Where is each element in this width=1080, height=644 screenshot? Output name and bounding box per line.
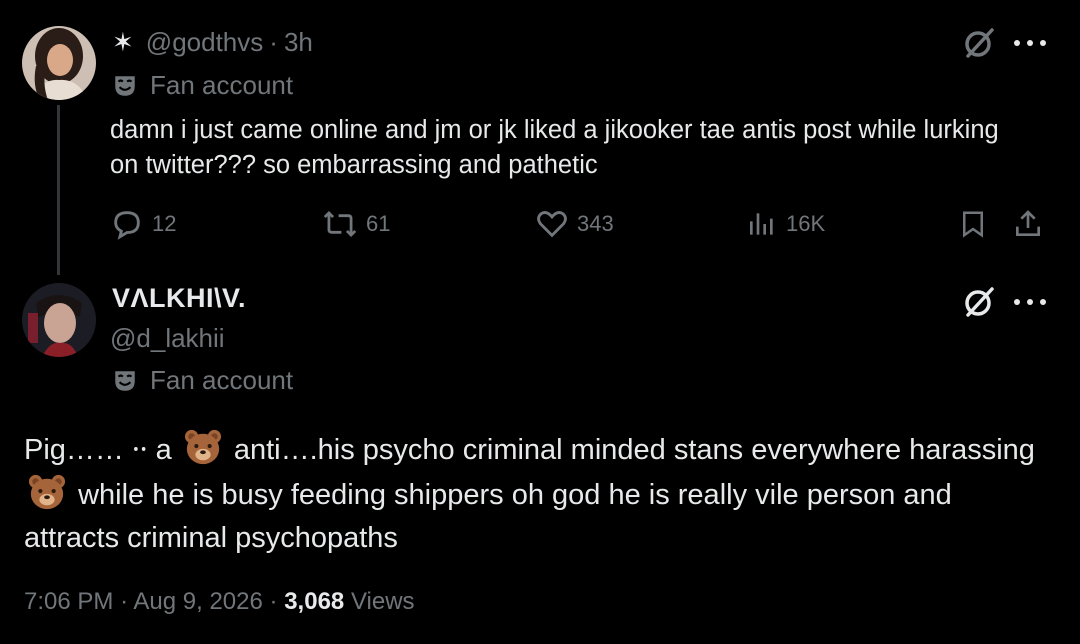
bear-face-icon <box>184 429 221 465</box>
analytics-icon <box>750 213 773 235</box>
fan-account-label: Fan account <box>112 365 293 396</box>
separator-dot: · <box>269 27 278 57</box>
more-options-icon[interactable] <box>1014 38 1046 48</box>
repost-button[interactable]: 61 <box>322 207 390 241</box>
thread-connector-line <box>57 105 60 275</box>
post-action-bar: 12 61 343 16K <box>110 205 1050 243</box>
bookmark-button[interactable] <box>958 207 996 241</box>
post-top-actions <box>962 26 1046 60</box>
fan-account-label: Fan account <box>112 70 293 101</box>
post-top-actions <box>962 285 1046 319</box>
grok-slash-icon[interactable] <box>962 26 996 60</box>
author-display-name[interactable]: VΛLKHI\V. <box>112 283 246 314</box>
views-count: 16K <box>786 211 826 236</box>
text-segment: anti….his psycho criminal minded stans e… <box>233 434 1035 466</box>
author-handle[interactable]: @d_lakhii <box>110 323 225 354</box>
more-options-icon[interactable] <box>1014 297 1046 307</box>
views-total: 3,068 <box>284 588 345 615</box>
post-time[interactable]: 3h <box>284 27 313 58</box>
like-button[interactable]: 343 <box>535 207 614 241</box>
reply-icon <box>114 211 140 240</box>
views-button[interactable]: 16K <box>746 207 825 241</box>
heart-icon <box>537 211 567 238</box>
bookmark-icon <box>963 211 983 238</box>
post-header: ✶ @godthvs · 3h <box>112 27 313 58</box>
like-count: 343 <box>577 211 614 236</box>
separator-dot: · <box>269 588 278 615</box>
avatar-image <box>22 283 96 357</box>
avatar-image <box>22 26 96 100</box>
repost-count: 61 <box>366 211 391 236</box>
text-segment: Pig…… ⸱⸱ a <box>24 434 172 466</box>
theater-mask-icon <box>115 75 135 96</box>
parent-post-text: damn i just came online and jm or jk lik… <box>110 116 999 179</box>
avatar-d-lakhii[interactable] <box>22 283 96 357</box>
text-segment: while he is busy feeding shippers oh god… <box>24 478 952 555</box>
share-button[interactable] <box>1012 207 1052 241</box>
reply-count: 12 <box>152 211 177 236</box>
post-date[interactable]: Aug 9, 2026 <box>133 588 262 615</box>
fan-account-text: Fan account <box>150 365 294 395</box>
separator-dot: · <box>120 588 129 615</box>
theater-mask-icon <box>115 370 135 391</box>
bear-face-icon <box>28 474 66 509</box>
badge-star-icon: ✶ <box>112 27 134 57</box>
views-label: Views <box>350 588 415 615</box>
fan-account-text: Fan account <box>150 70 294 100</box>
post-timestamp[interactable]: 7:06 PM <box>24 588 113 615</box>
repost-icon <box>323 210 357 238</box>
reply-button[interactable]: 12 <box>110 207 176 241</box>
post-metadata: 7:06 PM · Aug 9, 2026 · 3,068 Views <box>24 588 415 616</box>
share-icon <box>1016 210 1040 236</box>
main-post-text: Pig…… ⸱⸱ a anti….his psycho criminal min… <box>24 428 1054 561</box>
author-handle[interactable]: @godthvs <box>146 27 263 58</box>
grok-slash-icon[interactable] <box>962 285 996 319</box>
avatar-godthvs[interactable] <box>22 26 96 100</box>
